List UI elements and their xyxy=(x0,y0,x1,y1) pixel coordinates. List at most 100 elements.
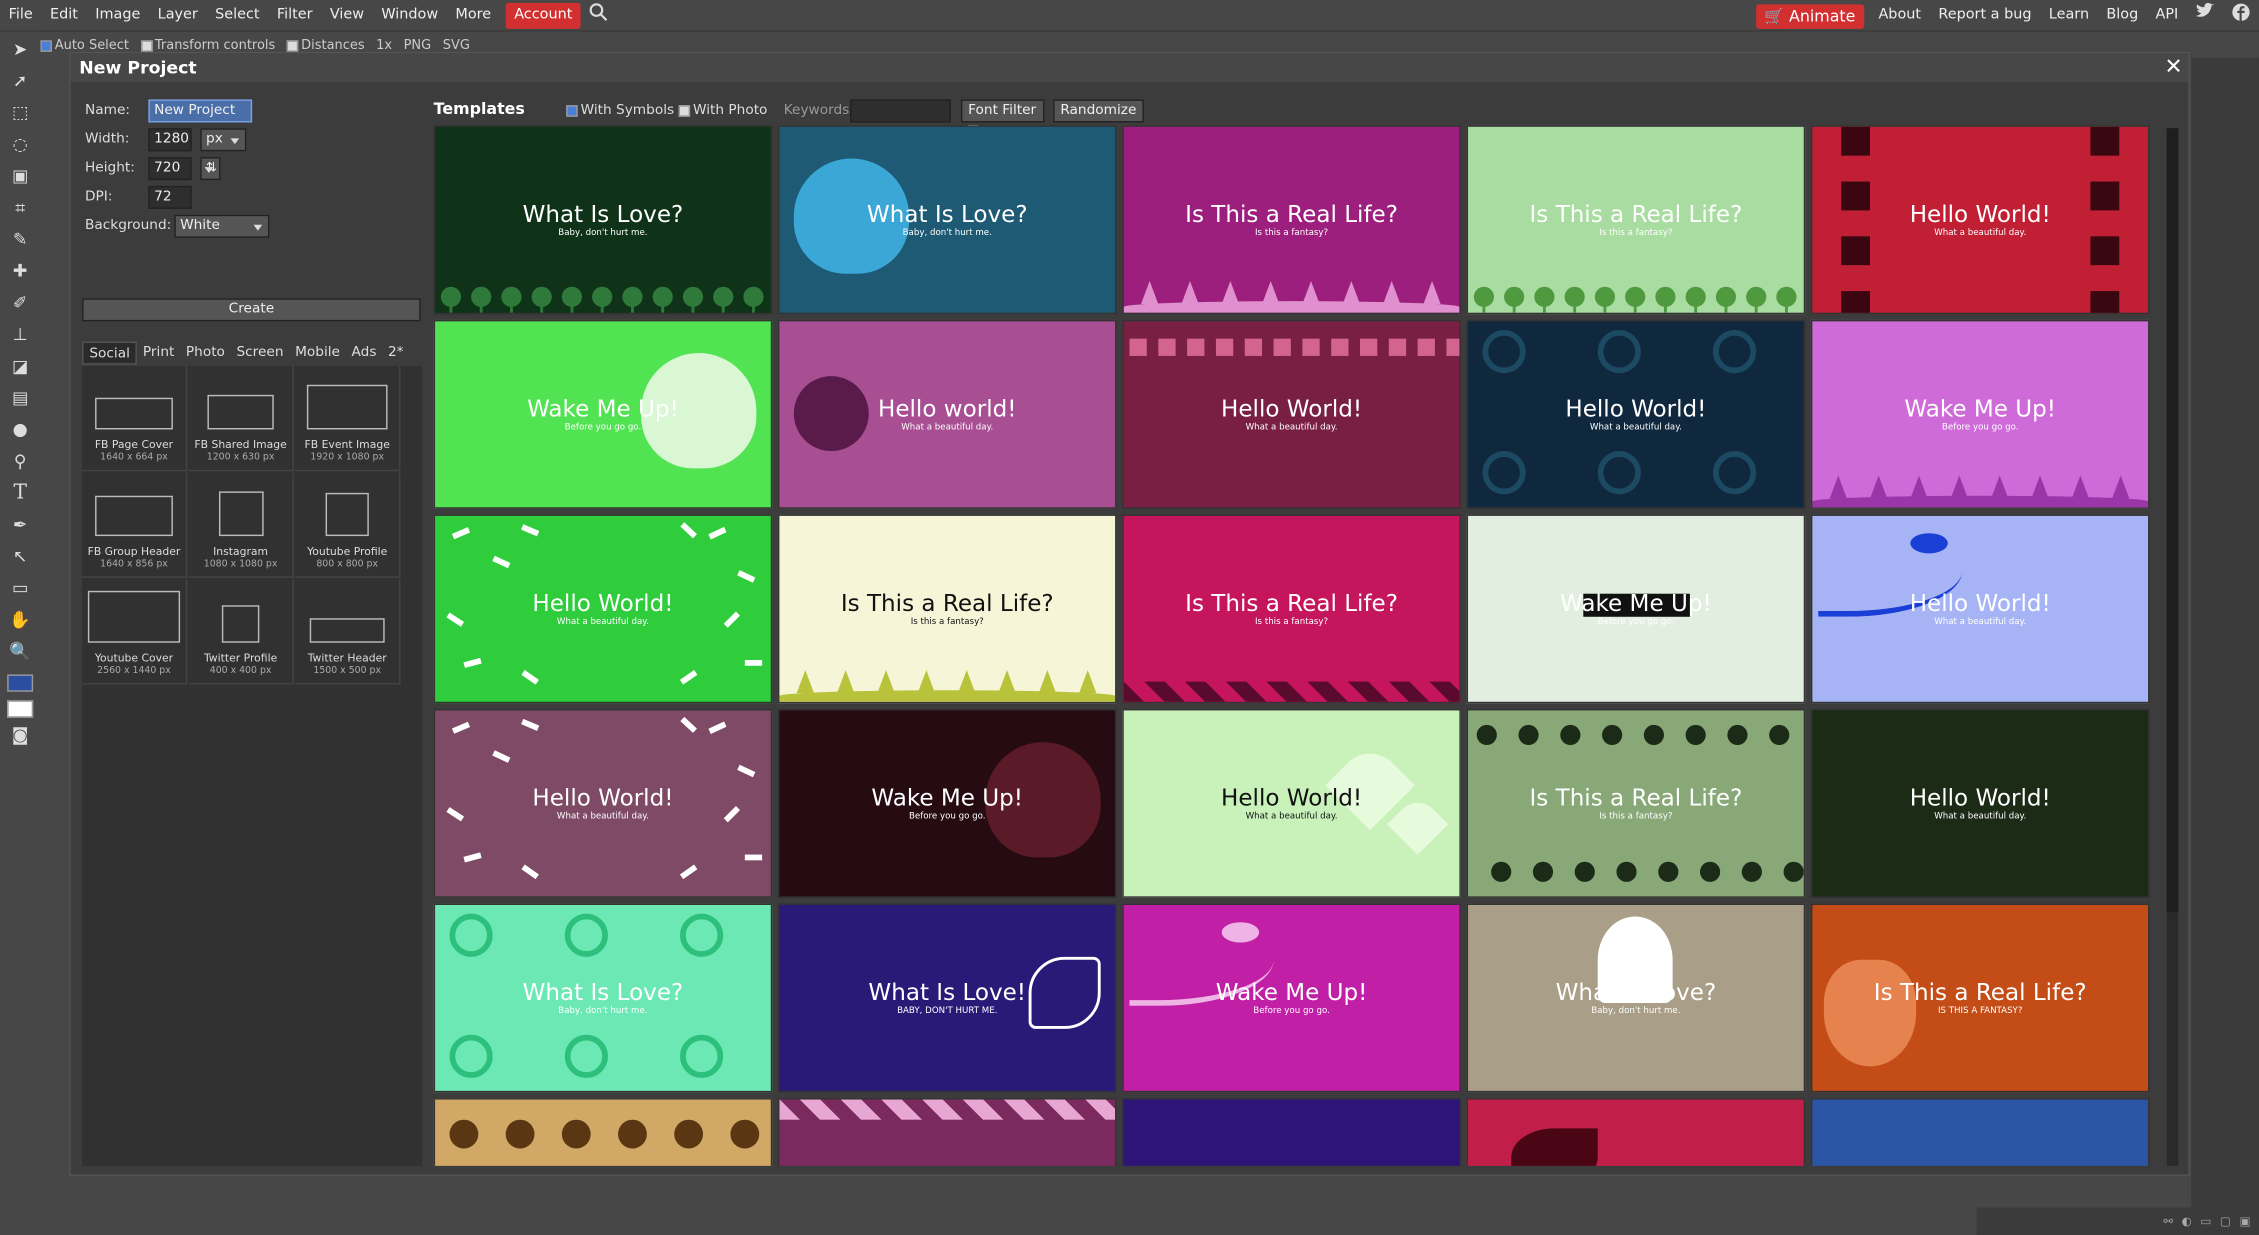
toggle-icon[interactable]: ◐ xyxy=(2182,1215,2192,1228)
foreground-color[interactable] xyxy=(7,674,34,692)
link-learn[interactable]: Learn xyxy=(2040,3,2098,29)
template-card[interactable]: Is This a Real Life? Is this a fantasy? xyxy=(777,514,1117,704)
template-card[interactable]: Wake Me Up! Before you go go. xyxy=(1122,903,1461,1093)
swap-dimensions-icon[interactable]: ⇅ xyxy=(200,157,221,181)
eyedropper-icon[interactable]: ✎ xyxy=(4,225,36,254)
scrollbar-thumb[interactable] xyxy=(2166,128,2179,913)
animate-button[interactable]: 🛒 Animate xyxy=(1755,3,1865,29)
menu-filter[interactable]: Filter xyxy=(268,2,321,28)
template-card[interactable]: Hello World! What a beautiful day. xyxy=(1122,709,1461,898)
lasso-icon[interactable]: ◌ xyxy=(4,130,36,159)
template-card[interactable]: Hello World! What a beautiful day. xyxy=(1466,319,1806,509)
tab-screen[interactable]: Screen xyxy=(231,342,290,365)
menu-window[interactable]: Window xyxy=(373,2,447,28)
menu-layer[interactable]: Layer xyxy=(149,2,206,28)
zoom-icon[interactable]: 🔍 xyxy=(4,637,36,666)
template-card[interactable]: What Is Love? Baby, don't hurt me. xyxy=(1466,903,1806,1093)
menu-view[interactable]: View xyxy=(321,2,372,28)
menu-image[interactable]: Image xyxy=(87,2,149,28)
template-card[interactable] xyxy=(1466,1098,1806,1166)
with-symbols-checkbox[interactable]: With Symbols xyxy=(566,102,674,118)
account-button[interactable]: Account xyxy=(505,2,582,29)
template-card[interactable]: Hello World! What a beautiful day. xyxy=(1122,319,1461,509)
delete-icon[interactable]: ▣ xyxy=(2239,1215,2250,1228)
preset-fb-group-header[interactable]: FB Group Header 1640 x 856 px xyxy=(82,472,188,578)
hand-icon[interactable]: ✋ xyxy=(4,605,36,634)
tab-more[interactable]: 2* xyxy=(382,342,409,365)
template-card[interactable]: Is This a Real Life? Is this a fantasy? xyxy=(1122,514,1461,704)
template-card[interactable]: Wake Me Up! Before you go go. xyxy=(1466,514,1806,704)
template-card[interactable]: Hello World! What a beautiful day. xyxy=(1810,514,2150,704)
preset-fb-page-cover[interactable]: FB Page Cover 1640 x 664 px xyxy=(82,366,188,472)
menu-edit[interactable]: Edit xyxy=(41,2,86,28)
search-icon[interactable] xyxy=(581,2,617,28)
tab-social[interactable]: Social xyxy=(82,341,138,365)
template-card[interactable]: Hello World! What a beautiful day. xyxy=(433,709,773,898)
link-icon[interactable]: ⚯ xyxy=(2163,1215,2173,1228)
clone-stamp-icon[interactable]: ⊥ xyxy=(4,320,36,349)
template-card[interactable]: Wake Me Up! Before you go go. xyxy=(1810,319,2150,509)
with-photo-checkbox[interactable]: With Photo xyxy=(678,102,767,118)
template-card[interactable] xyxy=(433,1098,773,1166)
preset-fb-shared-image[interactable]: FB Shared Image 1200 x 630 px xyxy=(188,366,294,472)
keywords-input[interactable] xyxy=(850,99,951,123)
eraser-icon[interactable]: ◪ xyxy=(4,352,36,381)
template-scrollbar[interactable] xyxy=(2166,128,2179,1166)
crop-icon[interactable]: ⌗ xyxy=(4,193,36,222)
template-card[interactable]: What Is Love? Baby, don't hurt me. xyxy=(777,125,1117,315)
tab-print[interactable]: Print xyxy=(137,342,180,365)
blur-icon[interactable]: ● xyxy=(4,415,36,444)
brush-icon[interactable]: ✐ xyxy=(4,288,36,317)
facebook-icon[interactable] xyxy=(2223,3,2259,29)
create-button[interactable]: Create xyxy=(82,298,421,322)
menu-file[interactable]: File xyxy=(0,2,41,28)
preset-youtube-cover[interactable]: Youtube Cover 2560 x 1440 px xyxy=(82,579,188,685)
template-card[interactable] xyxy=(1810,1098,2150,1166)
width-input[interactable]: 1280 xyxy=(148,128,192,152)
quick-select-icon[interactable]: ▣ xyxy=(4,161,36,190)
pen-icon[interactable]: ✒ xyxy=(4,510,36,539)
camera-icon[interactable]: ◙ xyxy=(4,721,36,750)
template-card[interactable]: Is This a Real Life? IS THIS A FANTASY? xyxy=(1810,903,2150,1093)
background-select[interactable]: White xyxy=(174,214,270,238)
template-card[interactable] xyxy=(1122,1098,1461,1166)
move-icon[interactable]: ➤ xyxy=(4,35,36,64)
tab-mobile[interactable]: Mobile xyxy=(289,342,345,365)
preset-instagram[interactable]: Instagram 1080 x 1080 px xyxy=(188,472,294,578)
marquee-icon[interactable]: ⬚ xyxy=(4,98,36,127)
link-report-bug[interactable]: Report a bug xyxy=(1930,3,2040,29)
tab-ads[interactable]: Ads xyxy=(346,342,382,365)
preset-twitter-profile[interactable]: Twitter Profile 400 x 400 px xyxy=(188,579,294,685)
link-blog[interactable]: Blog xyxy=(2098,3,2147,29)
dpi-input[interactable]: 72 xyxy=(148,185,192,209)
template-card[interactable]: Wake Me Up! Before you go go. xyxy=(433,319,773,509)
link-api[interactable]: API xyxy=(2147,3,2187,29)
shape-icon[interactable]: ▭ xyxy=(4,574,36,603)
menu-select[interactable]: Select xyxy=(206,2,268,28)
name-input[interactable]: New Project xyxy=(148,99,253,123)
preset-twitter-header[interactable]: Twitter Header 1500 x 500 px xyxy=(295,579,401,685)
close-icon[interactable]: ✕ xyxy=(2165,53,2183,79)
template-card[interactable]: Is This a Real Life? Is this a fantasy? xyxy=(1122,125,1461,315)
gradient-icon[interactable]: ▤ xyxy=(4,383,36,412)
folder-icon[interactable]: ▭ xyxy=(2200,1215,2211,1228)
template-card[interactable]: Is This a Real Life? Is this a fantasy? xyxy=(1466,709,1806,898)
link-about[interactable]: About xyxy=(1870,3,1930,29)
unit-select[interactable]: px xyxy=(200,128,247,152)
menu-more[interactable]: More xyxy=(447,2,500,28)
background-color[interactable] xyxy=(7,700,34,718)
template-card[interactable]: What Is Love? Baby, don't hurt me. xyxy=(433,903,773,1093)
template-card[interactable]: Is This a Real Life? Is this a fantasy? xyxy=(1466,125,1806,315)
randomize-button[interactable]: Randomize xyxy=(1053,99,1144,123)
font-filter-button[interactable]: Font Filter ▼ xyxy=(960,99,1045,138)
twitter-icon[interactable] xyxy=(2187,2,2223,29)
dodge-icon[interactable]: ⚲ xyxy=(4,447,36,476)
heal-icon[interactable]: ✚ xyxy=(4,257,36,286)
preset-youtube-profile[interactable]: Youtube Profile 800 x 800 px xyxy=(295,472,401,578)
template-card[interactable]: Hello World! What a beautiful day. xyxy=(1810,709,2150,898)
height-input[interactable]: 720 xyxy=(148,157,192,181)
template-card[interactable]: Hello World! What a beautiful day. xyxy=(433,514,773,704)
new-layer-icon[interactable]: ▢ xyxy=(2220,1215,2231,1228)
preset-fb-event-image[interactable]: FB Event Image 1920 x 1080 px xyxy=(295,366,401,472)
text-icon[interactable]: T xyxy=(4,478,36,507)
